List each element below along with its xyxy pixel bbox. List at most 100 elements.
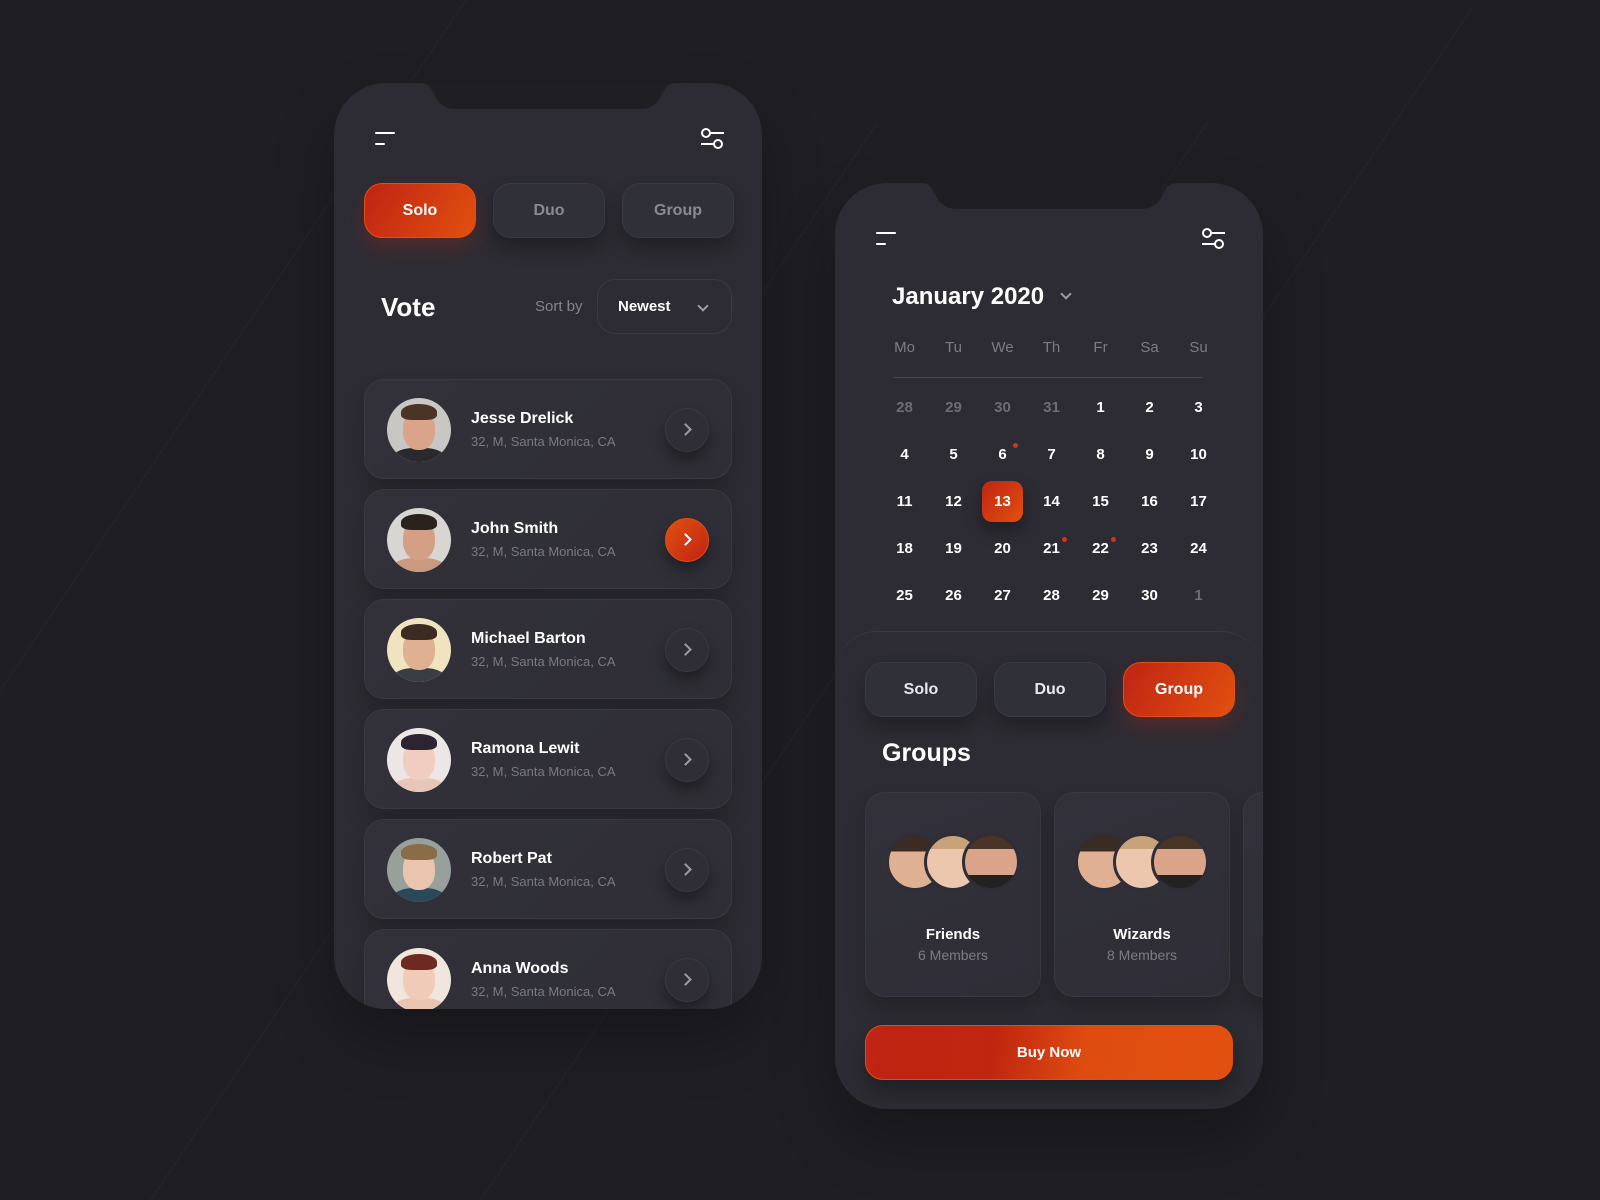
day-number: 18: [896, 540, 913, 557]
calendar-day[interactable]: 3: [1174, 384, 1223, 431]
event-dot-icon: [1111, 537, 1116, 542]
calendar-day[interactable]: 1: [1076, 384, 1125, 431]
mode-tabs: Solo Duo Group: [865, 662, 1235, 717]
open-profile-button[interactable]: [665, 518, 709, 562]
member-avatars: [886, 833, 1026, 893]
calendar-day[interactable]: 29: [929, 384, 978, 431]
tab-duo[interactable]: Duo: [493, 183, 605, 238]
calendar-day[interactable]: 2: [1125, 384, 1174, 431]
day-number: 22: [1092, 540, 1109, 557]
calendar-day[interactable]: 7: [1027, 431, 1076, 478]
calendar-day[interactable]: 16: [1125, 478, 1174, 525]
day-number: 10: [1190, 446, 1207, 463]
calendar-day[interactable]: 5: [929, 431, 978, 478]
menu-icon[interactable]: [371, 125, 399, 153]
calendar-day-selected[interactable]: 13: [978, 478, 1027, 525]
list-item[interactable]: Michael Barton 32, M, Santa Monica, CA: [364, 599, 732, 699]
person-meta: 32, M, Santa Monica, CA: [471, 434, 616, 449]
person-meta: 32, M, Santa Monica, CA: [471, 874, 616, 889]
buy-now-button[interactable]: Buy Now: [865, 1025, 1233, 1080]
sort-value: Newest: [618, 298, 671, 315]
day-number: 13: [994, 493, 1011, 510]
weekday-label: Fr: [1093, 339, 1108, 356]
day-number: 20: [994, 540, 1011, 557]
calendar-day[interactable]: 30: [978, 384, 1027, 431]
menu-icon[interactable]: [872, 225, 900, 253]
avatar: [387, 728, 451, 792]
avatar: [387, 838, 451, 902]
day-number: 21: [1043, 540, 1060, 557]
calendar-day[interactable]: 20: [978, 525, 1027, 572]
calendar-day[interactable]: 25: [880, 572, 929, 619]
tab-group[interactable]: Group: [1123, 662, 1235, 717]
calendar-day[interactable]: 11: [880, 478, 929, 525]
tab-solo[interactable]: Solo: [364, 183, 476, 238]
calendar-day[interactable]: 23: [1125, 525, 1174, 572]
chevron-right-icon: [679, 533, 692, 546]
vote-screen: Solo Duo Group Vote Sort by Newest Jesse…: [334, 83, 762, 1009]
calendar-day[interactable]: 24: [1174, 525, 1223, 572]
calendar-day[interactable]: 22: [1076, 525, 1125, 572]
open-profile-button[interactable]: [665, 738, 709, 782]
calendar-day[interactable]: 4: [880, 431, 929, 478]
day-number: 7: [1047, 446, 1056, 463]
calendar-day[interactable]: 21: [1027, 525, 1076, 572]
calendar-day[interactable]: 26: [929, 572, 978, 619]
calendar-day[interactable]: 12: [929, 478, 978, 525]
calendar-day[interactable]: 27: [978, 572, 1027, 619]
event-dot-icon: [1013, 443, 1018, 448]
tab-group[interactable]: Group: [622, 183, 734, 238]
list-item[interactable]: Anna Woods 32, M, Santa Monica, CA: [364, 929, 732, 1009]
avatar: [387, 618, 451, 682]
sliders-icon[interactable]: [698, 125, 726, 153]
day-number: 19: [945, 540, 962, 557]
calendar-day[interactable]: 6: [978, 431, 1027, 478]
calendar-day[interactable]: 28: [1027, 572, 1076, 619]
group-name: Friends: [925, 926, 981, 943]
calendar-day[interactable]: 9: [1125, 431, 1174, 478]
calendar-day[interactable]: 19: [929, 525, 978, 572]
avatar: [387, 948, 451, 1009]
day-number: 15: [1092, 493, 1109, 510]
avatar: [962, 833, 1020, 891]
open-profile-button[interactable]: [665, 958, 709, 1002]
list-item[interactable]: Robert Pat 32, M, Santa Monica, CA: [364, 819, 732, 919]
sliders-icon[interactable]: [1199, 225, 1227, 253]
group-card[interactable]: Friends 6 Members: [865, 792, 1041, 997]
mode-tabs: Solo Duo Group: [364, 183, 734, 238]
person-meta: 32, M, Santa Monica, CA: [471, 984, 616, 999]
day-number: 30: [1141, 587, 1158, 604]
calendar-day[interactable]: 30: [1125, 572, 1174, 619]
calendar-day[interactable]: 15: [1076, 478, 1125, 525]
open-profile-button[interactable]: [665, 628, 709, 672]
calendar-day[interactable]: 17: [1174, 478, 1223, 525]
month-selector[interactable]: January 2020: [892, 283, 1072, 311]
open-profile-button[interactable]: [665, 408, 709, 452]
list-item[interactable]: Ramona Lewit 32, M, Santa Monica, CA: [364, 709, 732, 809]
group-card-partial[interactable]: [1243, 792, 1263, 997]
event-dot-icon: [1062, 537, 1067, 542]
day-number: 24: [1190, 540, 1207, 557]
tab-solo[interactable]: Solo: [865, 662, 977, 717]
phone-notch: [421, 83, 675, 109]
tab-duo[interactable]: Duo: [994, 662, 1106, 717]
open-profile-button[interactable]: [665, 848, 709, 892]
day-number: 9: [1145, 446, 1154, 463]
calendar-day[interactable]: 29: [1076, 572, 1125, 619]
day-number: 12: [945, 493, 962, 510]
group-card[interactable]: Wizards 8 Members: [1054, 792, 1230, 997]
list-item[interactable]: John Smith 32, M, Santa Monica, CA: [364, 489, 732, 589]
day-number: 11: [896, 493, 913, 510]
sort-dropdown[interactable]: Newest: [597, 279, 732, 334]
calendar-day[interactable]: 1: [1174, 572, 1223, 619]
calendar-day[interactable]: 8: [1076, 431, 1125, 478]
calendar-day[interactable]: 28: [880, 384, 929, 431]
list-item[interactable]: Jesse Drelick 32, M, Santa Monica, CA: [364, 379, 732, 479]
calendar-day[interactable]: 10: [1174, 431, 1223, 478]
calendar-day[interactable]: 14: [1027, 478, 1076, 525]
calendar-day[interactable]: 18: [880, 525, 929, 572]
day-number: 1: [1096, 399, 1105, 416]
day-number: 14: [1043, 493, 1060, 510]
day-number: 28: [1043, 587, 1060, 604]
calendar-day[interactable]: 31: [1027, 384, 1076, 431]
